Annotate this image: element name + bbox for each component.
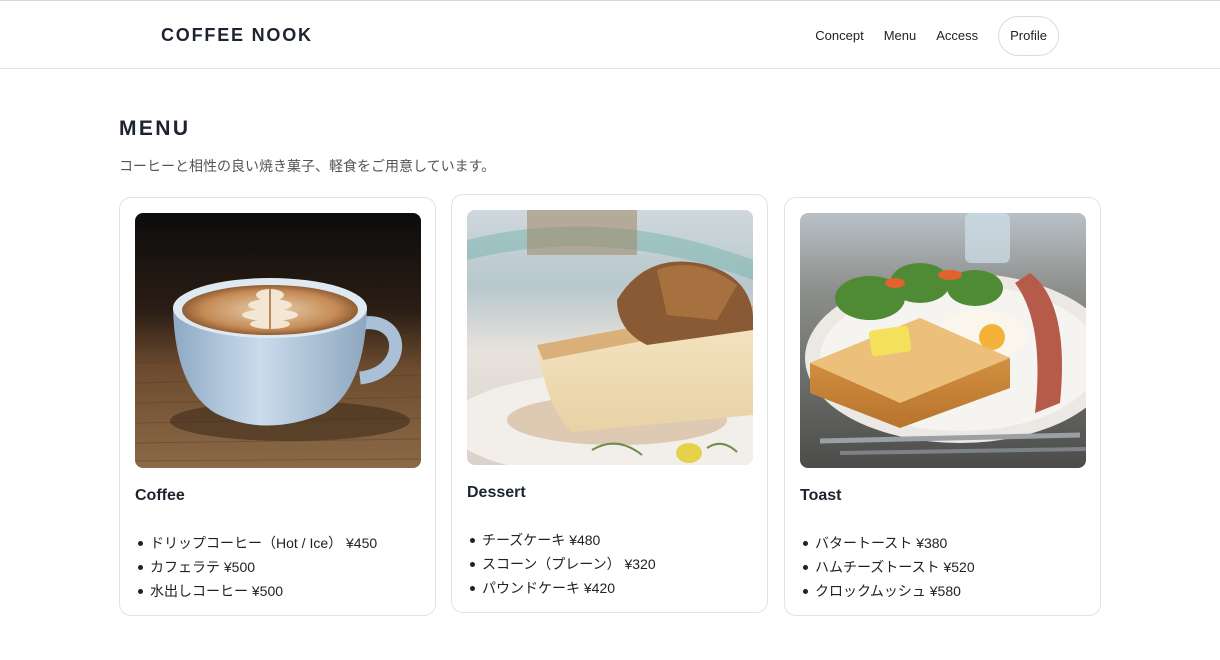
card-title-coffee: Coffee: [135, 487, 185, 504]
coffee-menu-list: ドリップコーヒー（Hot / Ice） ¥450 カフェラテ ¥500 水出しコ…: [135, 531, 377, 603]
toast-breakfast-plate-photo: [800, 213, 1086, 468]
list-item: スコーン（プレーン） ¥320: [467, 552, 656, 576]
list-item: パウンドケーキ ¥420: [467, 576, 656, 600]
nav-link-access[interactable]: Access: [936, 16, 978, 56]
menu-card-coffee: Coffee ドリップコーヒー（Hot / Ice） ¥450 カフェラテ ¥5…: [119, 197, 436, 616]
dessert-menu-list: チーズケーキ ¥480 スコーン（プレーン） ¥320 パウンドケーキ ¥420: [467, 528, 656, 600]
list-item: ハムチーズトースト ¥520: [800, 555, 975, 579]
cheesecake-slice-photo: [467, 210, 753, 465]
menu-card-toast: Toast バタートースト ¥380 ハムチーズトースト ¥520 クロックムッ…: [784, 197, 1101, 616]
list-item: ドリップコーヒー（Hot / Ice） ¥450: [135, 531, 377, 555]
card-title-toast: Toast: [800, 487, 842, 504]
toast-menu-list: バタートースト ¥380 ハムチーズトースト ¥520 クロックムッシュ ¥58…: [800, 531, 975, 603]
site-logo[interactable]: COFFEE NOOK: [161, 25, 313, 46]
profile-button[interactable]: Profile: [998, 16, 1059, 56]
latte-art-cup-photo: [135, 213, 421, 468]
list-item: バタートースト ¥380: [800, 531, 975, 555]
card-title-dessert: Dessert: [467, 484, 526, 501]
nav-link-menu[interactable]: Menu: [884, 16, 917, 56]
menu-card-dessert: Dessert チーズケーキ ¥480 スコーン（プレーン） ¥320 パウンド…: [451, 194, 768, 613]
site-header: COFFEE NOOK Concept Menu Access Profile: [0, 0, 1220, 69]
section-lead: コーヒーと相性の良い焼き菓子、軽食をご用意しています。: [119, 158, 496, 174]
list-item: チーズケーキ ¥480: [467, 528, 656, 552]
section-title: MENU: [119, 117, 191, 140]
list-item: 水出しコーヒー ¥500: [135, 579, 377, 603]
nav-link-concept[interactable]: Concept: [815, 16, 863, 56]
list-item: クロックムッシュ ¥580: [800, 579, 975, 603]
page: COFFEE NOOK Concept Menu Access Profile …: [0, 0, 1220, 660]
list-item: カフェラテ ¥500: [135, 555, 377, 579]
main-nav: Concept Menu Access Profile: [815, 16, 1059, 56]
